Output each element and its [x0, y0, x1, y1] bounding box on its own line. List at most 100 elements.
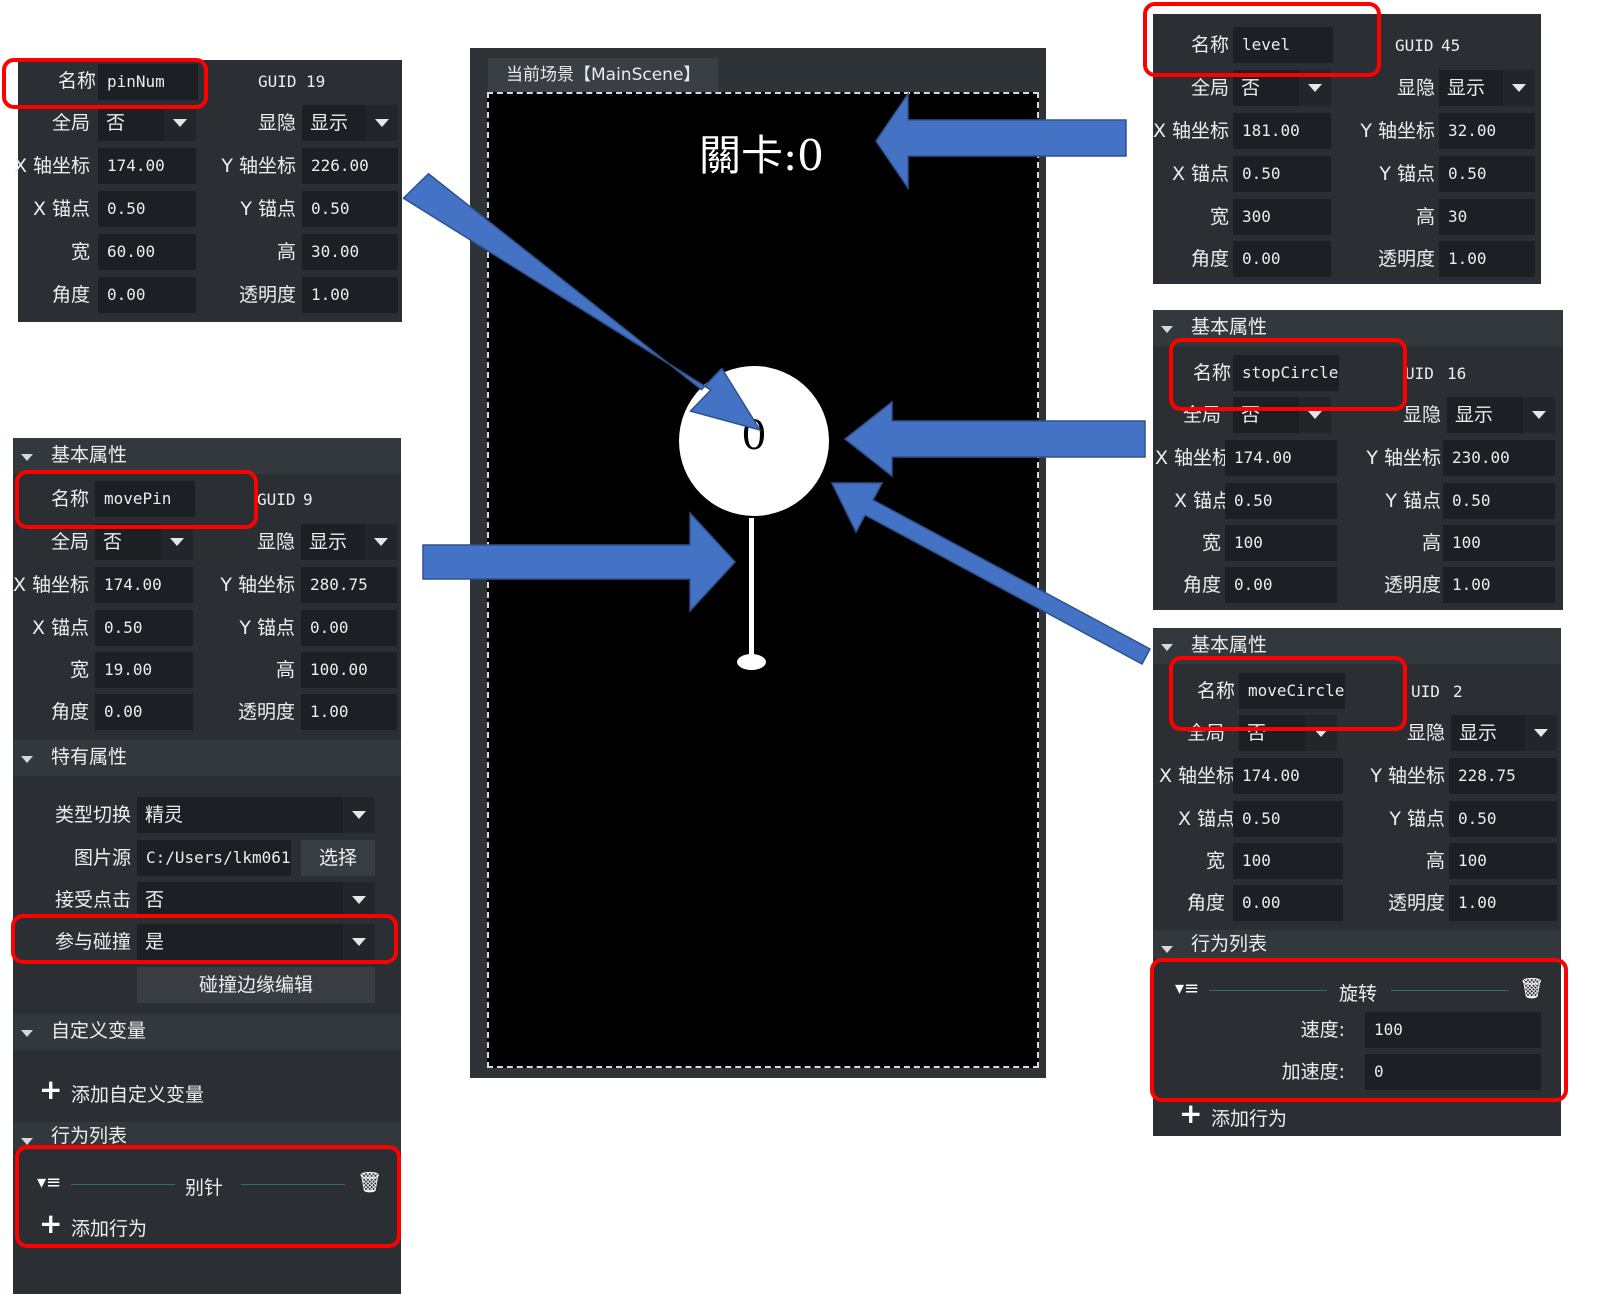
- y-coord-label: Y 轴坐标: [1370, 765, 1445, 787]
- opacity-field[interactable]: 1.00: [1449, 885, 1557, 921]
- angle-label: 角度: [1186, 892, 1225, 914]
- y-anchor-field[interactable]: 0.50: [1449, 801, 1557, 837]
- visible-value: 显示: [1447, 77, 1486, 99]
- highlight-stopcircle-name: [1169, 338, 1407, 411]
- angle-field[interactable]: 0.00: [98, 277, 196, 313]
- visible-select[interactable]: 显示: [1451, 715, 1557, 751]
- height-field[interactable]: 30: [1439, 199, 1535, 235]
- global-value: 否: [106, 112, 126, 134]
- opacity-field[interactable]: 1.00: [1443, 567, 1555, 603]
- type-switch-label: 类型切换: [54, 804, 131, 826]
- accept-click-value: 否: [145, 889, 165, 911]
- x-anchor-field[interactable]: 0.50: [1233, 156, 1331, 192]
- global-select[interactable]: 否: [95, 524, 193, 560]
- angle-field[interactable]: 0.00: [1233, 241, 1331, 277]
- guid-label: GUID: [257, 490, 296, 509]
- y-coord-label: Y 轴坐标: [220, 574, 295, 596]
- x-coord-field[interactable]: 181.00: [1233, 113, 1331, 149]
- chevron-down-icon: [365, 524, 397, 560]
- visible-value: 显示: [1459, 722, 1498, 744]
- visible-value: 显示: [310, 112, 349, 134]
- visible-value: 显示: [309, 531, 348, 553]
- y-coord-field[interactable]: 228.75: [1449, 758, 1557, 794]
- chevron-down-icon: [366, 105, 398, 141]
- angle-field[interactable]: 0.00: [1233, 885, 1343, 921]
- y-anchor-field[interactable]: 0.50: [302, 191, 398, 227]
- highlight-movepin-behavior: [15, 1145, 401, 1248]
- y-coord-label: Y 轴坐标: [1360, 120, 1435, 142]
- visible-select[interactable]: 显示: [1447, 397, 1555, 433]
- width-field[interactable]: 60.00: [98, 234, 196, 270]
- guid-label: GUID: [1395, 36, 1434, 55]
- x-coord-field[interactable]: 174.00: [98, 148, 196, 184]
- accept-click-select[interactable]: 否: [137, 882, 375, 918]
- y-coord-label: Y 轴坐标: [1366, 447, 1441, 469]
- angle-field[interactable]: 0.00: [95, 694, 193, 730]
- x-anchor-field[interactable]: 0.50: [98, 191, 196, 227]
- custom-vars-header[interactable]: 自定义变量: [13, 1014, 401, 1050]
- x-coord-label: X 轴坐标: [1158, 765, 1235, 787]
- opacity-field[interactable]: 1.00: [1439, 241, 1535, 277]
- chevron-down-icon: [1503, 70, 1535, 106]
- basic-props-header[interactable]: 基本属性: [13, 438, 401, 474]
- x-coord-label: X 轴坐标: [13, 155, 90, 177]
- visible-select[interactable]: 显示: [302, 105, 398, 141]
- y-coord-field[interactable]: 32.00: [1439, 113, 1535, 149]
- height-label: 高: [1425, 850, 1445, 872]
- special-props-header[interactable]: 特有属性: [13, 740, 401, 776]
- arrow-to-circle-number: [402, 172, 762, 432]
- select-image-button[interactable]: 选择: [301, 840, 375, 876]
- x-coord-field[interactable]: 174.00: [1225, 440, 1337, 476]
- y-anchor-field[interactable]: 0.00: [301, 610, 397, 646]
- image-source-label: 图片源: [73, 847, 131, 869]
- opacity-label: 透明度: [237, 701, 295, 723]
- y-anchor-field[interactable]: 0.50: [1439, 156, 1535, 192]
- chevron-down-icon: [343, 882, 375, 918]
- image-source-field[interactable]: C:/Users/lkm0618: [137, 840, 291, 876]
- angle-field[interactable]: 0.00: [1225, 567, 1337, 603]
- plus-icon[interactable]: +: [1179, 1100, 1202, 1128]
- y-coord-field[interactable]: 226.00: [302, 148, 398, 184]
- x-anchor-label: X 锚点: [32, 198, 90, 220]
- x-anchor-field[interactable]: 0.50: [1233, 801, 1343, 837]
- angle-label: 角度: [51, 284, 90, 306]
- visible-select[interactable]: 显示: [1439, 70, 1535, 106]
- y-anchor-label: Y 锚点: [1385, 490, 1441, 512]
- width-field[interactable]: 100: [1233, 843, 1343, 879]
- height-field[interactable]: 100: [1449, 843, 1557, 879]
- opacity-field[interactable]: 1.00: [301, 694, 397, 730]
- edit-collision-button[interactable]: 碰撞边缘编辑: [137, 967, 375, 1003]
- highlight-pinnum-name: [2, 58, 208, 109]
- y-coord-field[interactable]: 230.00: [1443, 440, 1555, 476]
- global-label: 全局: [51, 112, 90, 134]
- width-field[interactable]: 19.00: [95, 652, 193, 688]
- y-anchor-field[interactable]: 0.50: [1443, 483, 1555, 519]
- height-field[interactable]: 100: [1443, 525, 1555, 561]
- visible-label: 显隐: [257, 112, 296, 134]
- y-coord-label: Y 轴坐标: [221, 155, 296, 177]
- visible-label: 显隐: [1402, 404, 1441, 426]
- arrow-to-level-text: [875, 91, 1127, 191]
- width-field[interactable]: 300: [1233, 199, 1331, 235]
- visible-label: 显隐: [1396, 77, 1435, 99]
- global-select[interactable]: 否: [98, 105, 196, 141]
- x-anchor-field[interactable]: 0.50: [1225, 483, 1337, 519]
- visible-select[interactable]: 显示: [301, 524, 397, 560]
- x-anchor-field[interactable]: 0.50: [95, 610, 193, 646]
- x-coord-field[interactable]: 174.00: [1233, 758, 1343, 794]
- plus-icon[interactable]: +: [39, 1076, 62, 1104]
- height-field[interactable]: 100.00: [301, 652, 397, 688]
- add-behavior-button[interactable]: 添加行为: [1211, 1104, 1287, 1131]
- width-label: 宽: [1209, 206, 1229, 228]
- chevron-down-icon: [161, 524, 193, 560]
- x-coord-field[interactable]: 174.00: [95, 567, 193, 603]
- type-switch-select[interactable]: 精灵: [137, 797, 375, 833]
- width-field[interactable]: 100: [1225, 525, 1337, 561]
- angle-label: 角度: [50, 701, 89, 723]
- y-coord-field[interactable]: 280.75: [301, 567, 397, 603]
- opacity-field[interactable]: 1.00: [302, 277, 398, 313]
- x-coord-label: X 轴坐标: [12, 574, 89, 596]
- add-custom-var-button[interactable]: 添加自定义变量: [71, 1080, 204, 1107]
- height-field[interactable]: 30.00: [302, 234, 398, 270]
- behavior-list-header[interactable]: 行为列表: [1153, 930, 1561, 958]
